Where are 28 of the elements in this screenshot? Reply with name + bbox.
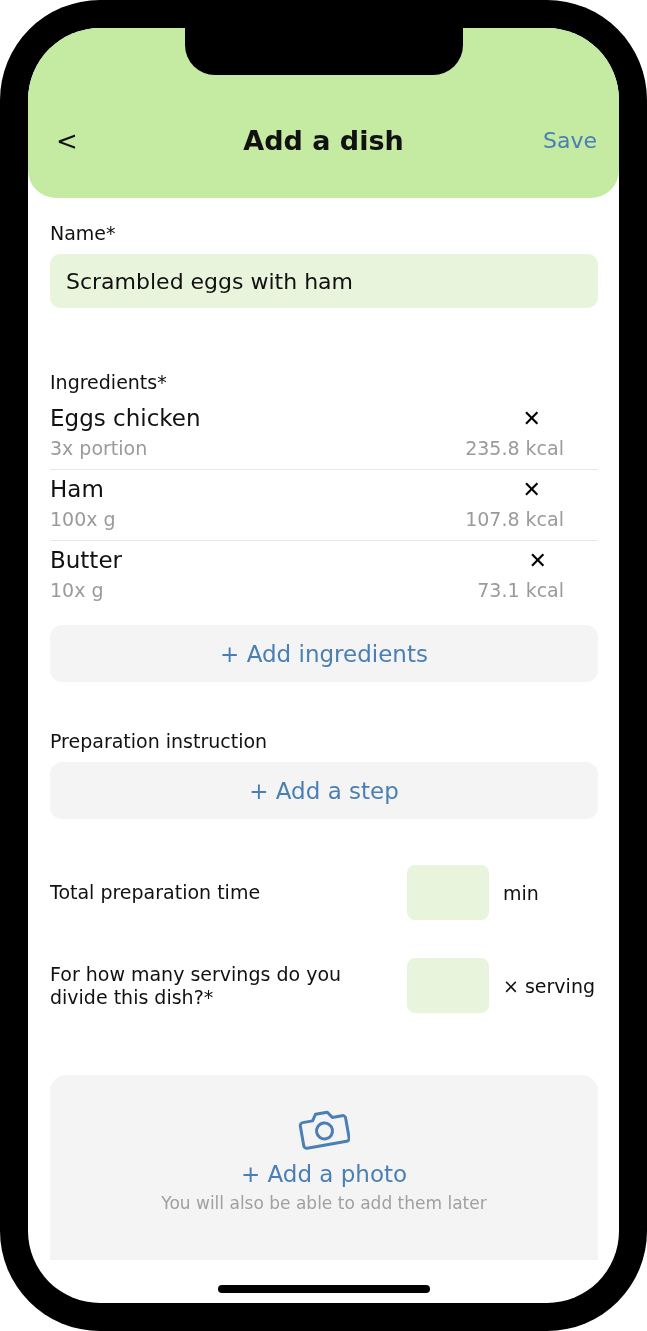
field-label: Name* — [50, 222, 117, 244]
ingredient-name: Butter — [50, 547, 123, 573]
photo-hint: You will also be able to add them later — [161, 1193, 487, 1213]
name-field[interactable]: Scrambled eggs with ham — [50, 254, 598, 308]
ingredient-amount: 100x g — [50, 508, 117, 530]
screen-title: Add a dish — [242, 125, 405, 156]
unit-label: × serving — [503, 974, 596, 997]
field-label: For how many servings do you divide this dish?* — [50, 962, 343, 1009]
remove-button[interactable]: ✕ — [477, 547, 598, 573]
add-step-button[interactable]: + Add a step — [50, 762, 598, 819]
field-label: Total preparation time — [50, 881, 262, 904]
remove-button[interactable]: ✕ — [465, 405, 598, 431]
ingredient-kcal: 73.1 kcal — [477, 579, 565, 601]
ingredient-name: Eggs chicken — [50, 405, 202, 431]
remove-button[interactable]: ✕ — [465, 476, 598, 502]
servings-field[interactable] — [407, 958, 489, 1013]
ingredient-kcal: 235.8 kcal — [465, 437, 565, 459]
unit-label: min — [503, 881, 540, 904]
add-ingredients-button[interactable]: + Add ingredients — [50, 625, 598, 682]
ingredient-amount: 3x portion — [50, 437, 149, 459]
field-label: Preparation instruction — [50, 730, 269, 752]
ingredient-amount: 10x g — [50, 579, 105, 601]
ingredient-kcal: 107.8 kcal — [465, 508, 565, 530]
back-button[interactable]: < — [50, 125, 84, 156]
field-label: Ingredients* — [50, 371, 168, 393]
time-field[interactable] — [407, 865, 489, 920]
ingredient-name: Ham — [50, 476, 105, 502]
add-photo-button[interactable]: + Add a photo — [240, 1161, 408, 1187]
